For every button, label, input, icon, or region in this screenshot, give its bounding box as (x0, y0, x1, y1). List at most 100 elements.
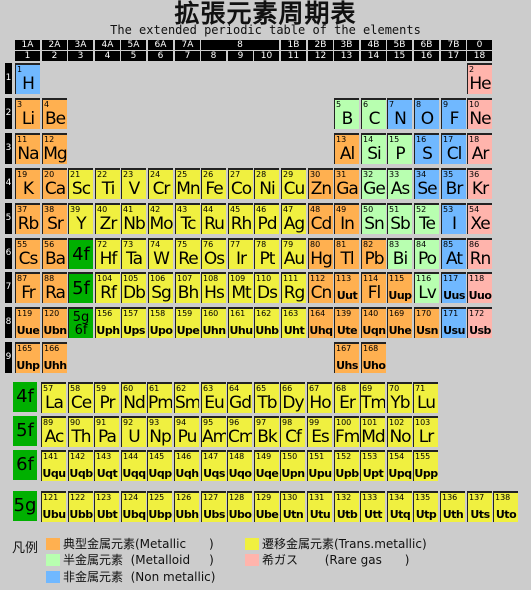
element-cell[interactable]: 27 Co (228, 168, 253, 199)
element-cell[interactable]: 127 Ubs (201, 491, 226, 522)
element-cell[interactable]: 172 Usb (467, 307, 492, 338)
element-cell[interactable]: 137 Uts (467, 491, 492, 522)
element-cell[interactable]: 119 Uue (15, 307, 40, 338)
element-cell[interactable]: 139 Ute (334, 307, 359, 338)
element-cell[interactable]: 165 Uhp (15, 342, 40, 373)
element-cell[interactable]: 37 Rb (15, 203, 40, 234)
element-cell[interactable]: 25 Mn (175, 168, 200, 199)
element-cell[interactable]: 105 Db (121, 272, 146, 303)
element-cell[interactable]: 51 Sb (387, 203, 412, 234)
element-cell[interactable]: 122 Ubb (68, 491, 93, 522)
element-cell[interactable]: 13 Al (334, 133, 359, 164)
element-cell[interactable]: 145 Uqp (147, 450, 172, 481)
element-cell[interactable]: 1H (15, 63, 40, 94)
element-cell[interactable]: 75 Re (175, 238, 200, 269)
element-cell[interactable]: 160 Uhn (201, 307, 226, 338)
element-cell[interactable]: 74 W (148, 238, 173, 269)
element-cell[interactable]: 89 Ac (41, 416, 66, 447)
element-cell[interactable]: 54 Xe (467, 203, 492, 234)
element-cell[interactable]: 8O (414, 98, 439, 129)
element-cell[interactable]: 24 Cr (148, 168, 173, 199)
element-cell[interactable]: 161 Uhu (228, 307, 253, 338)
element-cell[interactable]: 19 K (15, 168, 40, 199)
element-cell[interactable]: 9F (441, 98, 466, 129)
element-cell[interactable]: 163 Uht (281, 307, 306, 338)
element-cell[interactable]: 99 Es (307, 416, 332, 447)
element-cell[interactable]: 157 Ups (121, 307, 146, 338)
element-cell[interactable]: 168 Uho (361, 342, 386, 373)
element-cell[interactable]: 76 Os (201, 238, 226, 269)
element-cell[interactable]: 55 Cs (15, 238, 40, 269)
element-cell[interactable]: 84 Po (414, 238, 439, 269)
element-cell[interactable]: 56 Ba (42, 238, 67, 269)
element-cell[interactable]: 121 Ubu (41, 491, 66, 522)
element-cell[interactable]: 131 Utu (307, 491, 332, 522)
block-placeholder-cell[interactable]: 5f (68, 272, 93, 303)
element-cell[interactable]: 61 Pm (147, 382, 172, 413)
element-cell[interactable]: 59 Pr (94, 382, 119, 413)
element-cell[interactable]: 71 Lu (413, 382, 438, 413)
element-cell[interactable]: 120 Ubn (42, 307, 67, 338)
element-cell[interactable]: 17 Cl (441, 133, 466, 164)
element-cell[interactable]: 151 Upu (307, 450, 332, 481)
element-cell[interactable]: 143 Uqt (94, 450, 119, 481)
element-cell[interactable]: 153 Upt (360, 450, 385, 481)
element-cell[interactable]: 124 Ubq (121, 491, 146, 522)
element-cell[interactable]: 20 Ca (42, 168, 67, 199)
element-cell[interactable]: 87 Fr (15, 272, 40, 303)
element-cell[interactable]: 81 Tl (334, 238, 359, 269)
block-placeholder-cell[interactable]: 4f (68, 238, 93, 269)
element-cell[interactable]: 107 Bh (175, 272, 200, 303)
element-cell[interactable]: 91 Pa (94, 416, 119, 447)
element-cell[interactable]: 100 Fm (334, 416, 359, 447)
element-cell[interactable]: 16 S (414, 133, 439, 164)
element-cell[interactable]: 3 Li (15, 98, 40, 129)
element-cell[interactable]: 166 Uhh (42, 342, 67, 373)
element-cell[interactable]: 147 Uqs (201, 450, 226, 481)
element-cell[interactable]: 128 Ubo (227, 491, 252, 522)
element-cell[interactable]: 6C (361, 98, 386, 129)
element-cell[interactable]: 141 Uqu (41, 450, 66, 481)
element-cell[interactable]: 68 Er (334, 382, 359, 413)
element-cell[interactable]: 116 Lv (414, 272, 439, 303)
element-cell[interactable]: 43 Tc (175, 203, 200, 234)
element-cell[interactable]: 2 He (467, 63, 492, 94)
element-cell[interactable]: 111 Rg (281, 272, 306, 303)
element-cell[interactable]: 118 Uuo (467, 272, 492, 303)
element-cell[interactable]: 93 Np (147, 416, 172, 447)
element-cell[interactable]: 11 Na (15, 133, 40, 164)
element-cell[interactable]: 30 Zn (308, 168, 333, 199)
element-cell[interactable]: 78 Pt (254, 238, 279, 269)
element-cell[interactable]: 112 Cn (308, 272, 333, 303)
element-cell[interactable]: 134 Utq (387, 491, 412, 522)
element-cell[interactable]: 65 Tb (254, 382, 279, 413)
element-cell[interactable]: 50 Sn (361, 203, 386, 234)
element-cell[interactable]: 162 Uhb (254, 307, 279, 338)
element-cell[interactable]: 140 Uqn (361, 307, 386, 338)
element-cell[interactable]: 106 Sg (148, 272, 173, 303)
element-cell[interactable]: 12 Mg (42, 133, 67, 164)
element-cell[interactable]: 125 Ubp (147, 491, 172, 522)
element-cell[interactable]: 47 Ag (281, 203, 306, 234)
element-cell[interactable]: 117 Uus (441, 272, 466, 303)
element-cell[interactable]: 58 Ce (68, 382, 93, 413)
element-cell[interactable]: 133 Utt (360, 491, 385, 522)
element-cell[interactable]: 103 Lr (413, 416, 438, 447)
element-cell[interactable]: 79 Au (281, 238, 306, 269)
element-cell[interactable]: 63 Eu (201, 382, 226, 413)
element-cell[interactable]: 102 No (387, 416, 412, 447)
element-cell[interactable]: 36 Kr (467, 168, 492, 199)
element-cell[interactable]: 132 Utb (334, 491, 359, 522)
element-cell[interactable]: 80 Hg (308, 238, 333, 269)
element-cell[interactable]: 135 Utp (413, 491, 438, 522)
element-cell[interactable]: 88 Ra (42, 272, 67, 303)
element-cell[interactable]: 44 Ru (201, 203, 226, 234)
element-cell[interactable]: 115 Uup (387, 272, 412, 303)
element-cell[interactable]: 60 Nd (121, 382, 146, 413)
element-cell[interactable]: 28 Ni (254, 168, 279, 199)
element-cell[interactable]: 146 Uqh (174, 450, 199, 481)
element-cell[interactable]: 170 Usn (414, 307, 439, 338)
element-cell[interactable]: 23 V (121, 168, 146, 199)
element-cell[interactable]: 66 Dy (280, 382, 305, 413)
element-cell[interactable]: 171 Usu (441, 307, 466, 338)
